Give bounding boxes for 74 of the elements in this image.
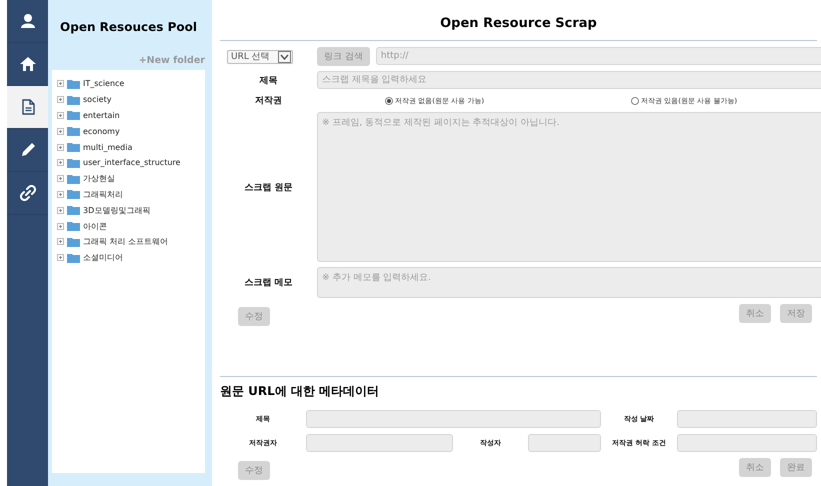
metadata-field[interactable] (528, 434, 601, 452)
folder-icon (67, 158, 80, 168)
folder-icon (67, 189, 80, 200)
folder-icon (67, 142, 80, 152)
sidebar-title: Open Resouces Pool (60, 19, 197, 36)
radio-button[interactable] (385, 96, 393, 104)
tree-label: 그래픽처리 (83, 188, 123, 200)
tree-label: 3D모델링및그래픽 (83, 204, 150, 216)
tree-label: economy (83, 126, 120, 136)
metadata-field[interactable] (306, 434, 453, 452)
section-heading: 원문 URL에 대한 메타데이터 (220, 383, 380, 400)
expand-icon[interactable] (57, 96, 64, 104)
expand-icon[interactable] (57, 206, 64, 214)
folder-icon (67, 94, 80, 105)
tree-item[interactable]: 아이콘 (57, 218, 205, 234)
field-label: 스크랩 원문 (243, 182, 294, 194)
url-field[interactable]: http:// (376, 47, 821, 65)
folder-icon (67, 252, 80, 263)
pencil-icon (20, 142, 36, 158)
expand-icon[interactable] (57, 190, 64, 198)
tree-item[interactable]: 그래픽 처리 소프트웨어 (57, 234, 205, 250)
metadata-field[interactable] (677, 434, 817, 452)
page-title: Open Resource Scrap (439, 15, 598, 33)
folder-icon (67, 126, 80, 136)
expand-icon[interactable] (57, 254, 64, 262)
tree-label: 그래픽 처리 소프트웨어 (83, 236, 168, 248)
title-field[interactable]: 스크랩 제목을 입력하세요 (317, 71, 821, 89)
expand-icon[interactable] (57, 159, 64, 166)
tree-label: IT_science (83, 79, 124, 88)
expand-icon[interactable] (57, 128, 64, 135)
nav-item[interactable] (7, 86, 48, 129)
tree-label: 아이콘 (83, 220, 107, 232)
folder-icon (67, 236, 80, 247)
tree-item[interactable]: economy (57, 123, 205, 140)
expand-icon[interactable] (57, 80, 64, 88)
tree-item[interactable]: IT_science (57, 76, 205, 92)
user-icon (20, 13, 36, 29)
tree-item[interactable]: entertain (57, 108, 205, 124)
tree-item[interactable]: 그래픽처리 (57, 186, 205, 202)
tree-label: 소셜미디어 (83, 252, 123, 264)
url-select[interactable]: URL 선택 (227, 50, 293, 64)
field-label: 스크랩 메모 (243, 277, 294, 289)
tree-item[interactable]: 3D모델링및그래픽 (57, 202, 205, 218)
tree-item[interactable]: multi_media (57, 139, 205, 155)
tree-item[interactable]: 가상현실 (57, 170, 205, 187)
tree-label: multi_media (83, 142, 132, 152)
tree-item[interactable]: society (57, 92, 205, 108)
folder-icon (67, 205, 80, 216)
folder-icon (67, 110, 80, 120)
memo-text-area[interactable]: ※ 추가 메모를 입력하세요. (317, 267, 821, 298)
tree-label: entertain (83, 110, 120, 120)
radio-button[interactable] (631, 96, 639, 104)
expand-icon[interactable] (57, 144, 64, 151)
tree-item[interactable]: 소셜미디어 (57, 250, 205, 266)
document-icon (20, 99, 36, 115)
folder-icon (67, 221, 80, 232)
home-icon (20, 56, 36, 72)
tree-item[interactable]: user_interface_structure (57, 154, 205, 171)
field-label: 저작권 (254, 95, 283, 107)
tree-label: 가상현실 (83, 173, 115, 184)
original-text-area[interactable]: ※ 프레임, 동적으로 제작된 페이지는 추적대상이 아닙니다. (317, 112, 821, 262)
folder-icon (67, 78, 80, 89)
expand-icon[interactable] (57, 222, 64, 230)
tree-label: society (83, 95, 112, 104)
folder-icon (67, 174, 80, 184)
field-label: 제목 (258, 74, 278, 86)
expand-icon[interactable] (57, 175, 64, 182)
link-icon (20, 185, 36, 201)
tree-label: user_interface_structure (83, 158, 180, 168)
metadata-field[interactable] (677, 410, 817, 428)
expand-icon[interactable] (57, 112, 64, 119)
metadata-field[interactable] (306, 410, 601, 428)
expand-icon[interactable] (57, 238, 64, 246)
dropdown-icon (278, 50, 291, 62)
